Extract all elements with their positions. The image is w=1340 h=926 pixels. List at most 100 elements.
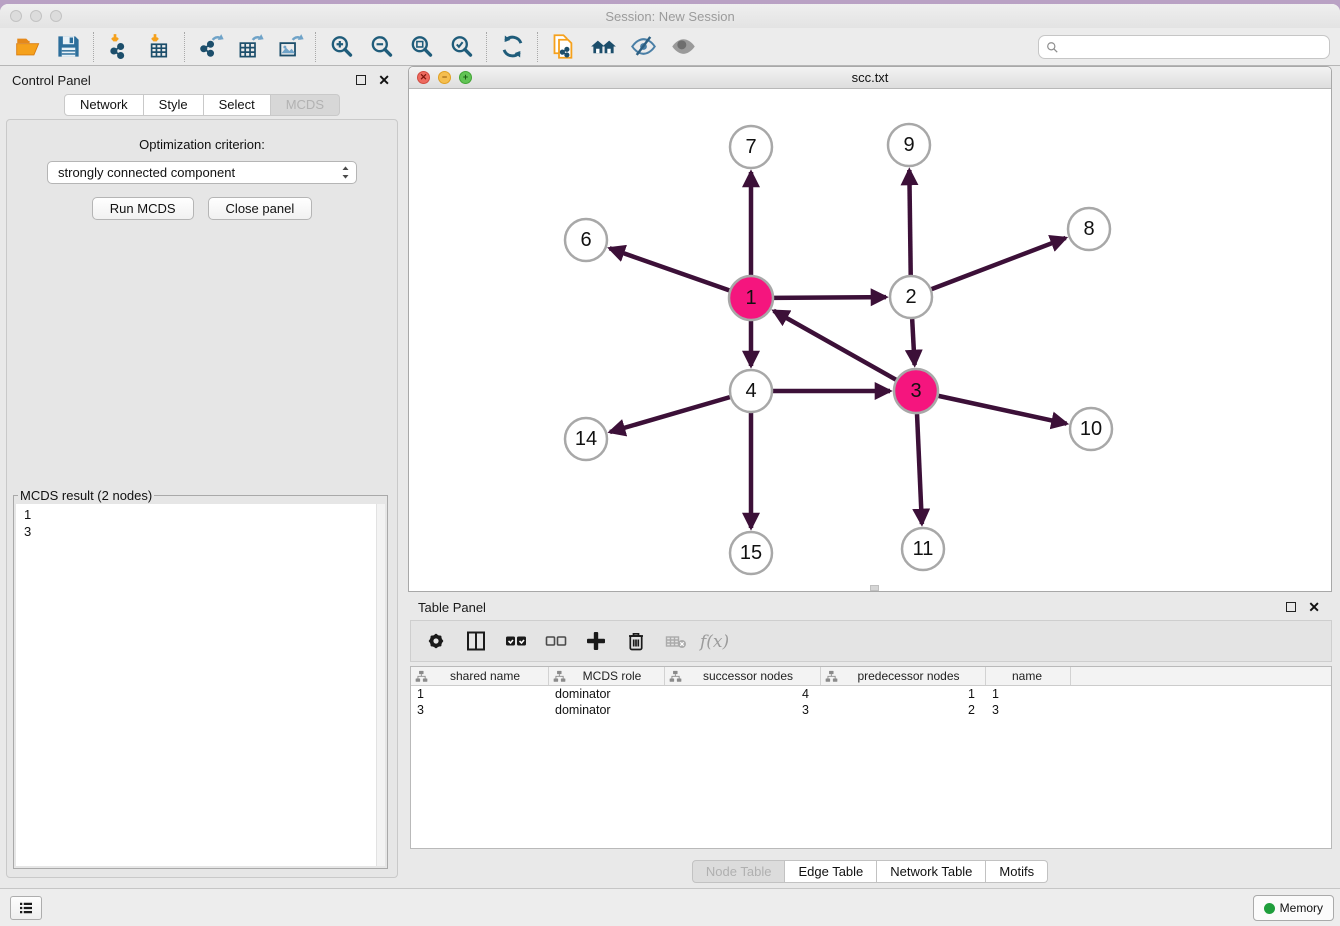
hierarchy-icon — [415, 670, 428, 683]
canvas-resize-handle[interactable] — [870, 585, 879, 591]
column-header-predecessor-nodes[interactable]: predecessor nodes — [821, 667, 986, 685]
node-7[interactable]: 7 — [730, 126, 772, 168]
tab-network-table[interactable]: Network Table — [877, 860, 986, 883]
node-table: shared nameMCDS rolesuccessor nodesprede… — [410, 666, 1332, 849]
hierarchy-icon — [553, 670, 566, 683]
table-toolbar: f(x) — [410, 620, 1332, 662]
column-header-MCDS-role[interactable]: MCDS role — [549, 667, 665, 685]
zoom-in-button[interactable] — [321, 31, 361, 63]
close-panel-button[interactable]: Close panel — [208, 197, 313, 220]
table-row[interactable]: 3dominator323 — [411, 702, 1331, 718]
tab-node-table[interactable]: Node Table — [692, 860, 786, 883]
node-10[interactable]: 10 — [1070, 408, 1112, 450]
network-close-icon[interactable]: ✕ — [417, 71, 430, 84]
node-15[interactable]: 15 — [730, 532, 772, 574]
zoom-fit-button[interactable] — [401, 31, 441, 63]
run-mcds-button[interactable]: Run MCDS — [92, 197, 194, 220]
network-zoom-icon[interactable]: + — [459, 71, 472, 84]
tab-edge-table[interactable]: Edge Table — [785, 860, 877, 883]
gear-button[interactable] — [419, 625, 453, 657]
edge-2-9[interactable] — [909, 170, 910, 275]
edge-3-1[interactable] — [774, 311, 896, 380]
deselect-all-button[interactable] — [539, 625, 573, 657]
zoom-out-button[interactable] — [361, 31, 401, 63]
control-panel-title: Control Panel — [12, 73, 91, 88]
node-8[interactable]: 8 — [1068, 208, 1110, 250]
zoom-fit-icon — [408, 33, 435, 60]
node-6[interactable]: 6 — [565, 219, 607, 261]
network-minimize-icon[interactable]: − — [438, 71, 451, 84]
task-history-button[interactable] — [10, 896, 42, 920]
cell: 3 — [411, 703, 549, 717]
zoom-window-icon[interactable] — [50, 10, 62, 22]
tab-network[interactable]: Network — [64, 94, 144, 116]
select-all-button[interactable] — [499, 625, 533, 657]
function-builder-button[interactable]: f(x) — [699, 625, 733, 657]
edge-3-11[interactable] — [917, 414, 922, 524]
node-14[interactable]: 14 — [565, 418, 607, 460]
mcds-result-text[interactable]: 13 — [16, 504, 385, 866]
search-input[interactable] — [1064, 40, 1322, 54]
node-2[interactable]: 2 — [890, 276, 932, 318]
edge-2-8[interactable] — [932, 238, 1066, 289]
column-header-shared-name[interactable]: shared name — [411, 667, 549, 685]
tab-style[interactable]: Style — [144, 94, 204, 116]
open-session-button[interactable] — [8, 31, 48, 63]
optimization-select[interactable]: strongly connected component — [47, 161, 357, 184]
close-table-panel-icon[interactable]: ✕ — [1308, 600, 1320, 614]
tab-motifs[interactable]: Motifs — [986, 860, 1048, 883]
first-neighbors-icon — [590, 33, 617, 60]
show-all-button[interactable] — [663, 31, 703, 63]
columns-icon — [464, 629, 488, 653]
import-table-button[interactable] — [139, 31, 179, 63]
edge-4-14[interactable] — [610, 397, 730, 432]
node-9[interactable]: 9 — [888, 124, 930, 166]
node-11[interactable]: 11 — [902, 528, 944, 570]
tab-select[interactable]: Select — [204, 94, 271, 116]
tab-mcds[interactable]: MCDS — [271, 94, 340, 116]
node-1[interactable]: 1 — [729, 276, 773, 320]
columns-button[interactable] — [459, 625, 493, 657]
new-network-from-selection-button[interactable] — [543, 31, 583, 63]
optimization-value: strongly connected component — [58, 165, 235, 180]
delete-table-button[interactable] — [659, 625, 693, 657]
memory-button[interactable]: Memory — [1253, 895, 1334, 921]
edge-1-2[interactable] — [774, 297, 886, 298]
hide-selected-icon — [630, 33, 657, 60]
delete-row-icon — [624, 629, 648, 653]
table-row[interactable]: 1dominator411 — [411, 686, 1331, 702]
main-titlebar: Session: New Session — [0, 4, 1340, 28]
node-4[interactable]: 4 — [730, 370, 772, 412]
edge-2-3[interactable] — [912, 319, 914, 365]
float-panel-icon[interactable] — [356, 75, 366, 85]
close-window-icon[interactable] — [10, 10, 22, 22]
first-neighbors-button[interactable] — [583, 31, 623, 63]
delete-row-button[interactable] — [619, 625, 653, 657]
minimize-window-icon[interactable] — [30, 10, 42, 22]
toolbar-separator — [184, 32, 185, 62]
export-table-button[interactable] — [230, 31, 270, 63]
column-header-name[interactable]: name — [986, 667, 1071, 685]
edge-3-10[interactable] — [938, 396, 1066, 424]
zoom-selected-button[interactable] — [441, 31, 481, 63]
add-row-button[interactable] — [579, 625, 613, 657]
export-network-button[interactable] — [190, 31, 230, 63]
save-session-button[interactable] — [48, 31, 88, 63]
main-window: Session: New Session Control Panel ✕ — [0, 4, 1340, 926]
apply-layout-button[interactable] — [492, 31, 532, 63]
cell: 1 — [986, 687, 1071, 701]
zoom-selected-icon — [448, 33, 475, 60]
export-image-button[interactable] — [270, 31, 310, 63]
hide-selected-button[interactable] — [623, 31, 663, 63]
close-panel-icon[interactable]: ✕ — [378, 73, 390, 87]
network-canvas[interactable]: 7 9 6 8 1 2 4 3 14 10 15 11 — [409, 89, 1331, 591]
import-network-button[interactable] — [99, 31, 139, 63]
column-header-successor-nodes[interactable]: successor nodes — [665, 667, 821, 685]
edge-1-6[interactable] — [610, 248, 730, 290]
control-panel-tabs: NetworkStyleSelectMCDS — [0, 94, 404, 116]
node-3[interactable]: 3 — [894, 369, 938, 413]
cell: dominator — [549, 703, 665, 717]
toolbar-separator — [315, 32, 316, 62]
float-table-panel-icon[interactable] — [1286, 602, 1296, 612]
result-scrollbar[interactable] — [376, 504, 385, 866]
